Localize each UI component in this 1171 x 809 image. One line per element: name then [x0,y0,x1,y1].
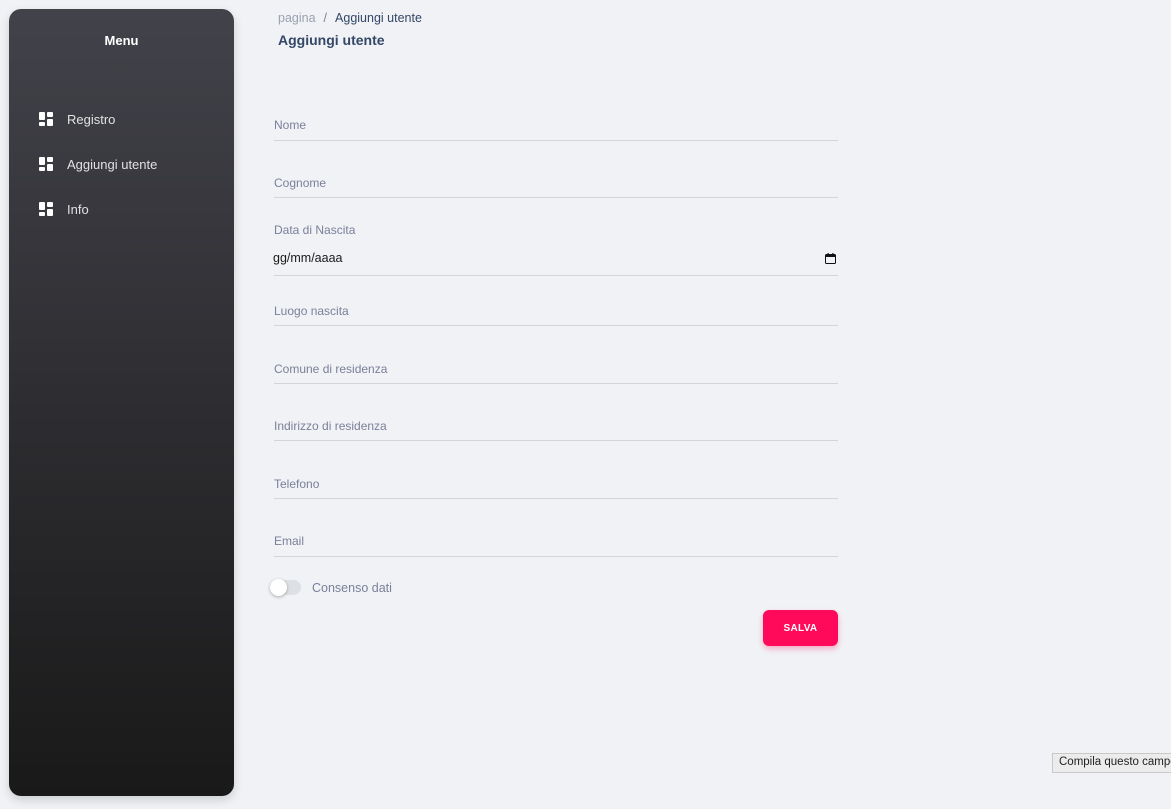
consenso-toggle[interactable] [270,579,301,596]
validation-tooltip: Compila questo campo [1052,753,1171,773]
consenso-row: Consenso dati [270,579,392,596]
luogo-nascita-input[interactable] [274,302,838,318]
telefono-field[interactable] [274,475,838,499]
consenso-label: Consenso dati [312,580,392,595]
breadcrumb-root-link[interactable]: pagina [278,11,316,25]
cognome-input[interactable] [274,174,838,190]
breadcrumb: pagina / Aggiungi utente [278,11,422,25]
page-title: Aggiungi utente [278,32,385,48]
sidebar-item-info[interactable]: Info [39,198,89,220]
dashboard-icon [39,112,53,126]
nome-field[interactable] [274,116,838,141]
sidebar-title: Menu [104,33,139,48]
nome-input[interactable] [274,116,838,132]
data-nascita-field[interactable]: Data di Nascita gg/mm/aaaa [273,223,838,276]
sidebar-item-label: Aggiungi utente [67,156,158,172]
dashboard-icon [39,202,53,216]
sidebar-item-aggiungi-utente[interactable]: Aggiungi utente [39,153,157,175]
comune-residenza-input[interactable] [274,360,838,376]
data-nascita-label: Data di Nascita [274,223,356,237]
sidebar-item-registro[interactable]: Registro [39,108,115,130]
comune-residenza-field[interactable] [274,360,838,384]
toggle-knob [270,579,287,596]
breadcrumb-current: Aggiungi utente [335,11,422,25]
luogo-nascita-field[interactable] [274,302,838,326]
email-field[interactable] [274,532,838,557]
cognome-field[interactable] [274,174,838,198]
sidebar-item-label: Info [67,201,89,217]
telefono-input[interactable] [274,475,838,491]
indirizzo-residenza-input[interactable] [274,417,838,433]
sidebar-item-label: Registro [67,111,116,127]
calendar-icon[interactable] [825,252,836,264]
email-input[interactable] [274,532,838,548]
breadcrumb-separator: / [323,11,328,25]
save-button[interactable]: SALVA [763,610,838,646]
sidebar: Menu Registro Aggiungi utente Info [9,9,234,796]
indirizzo-residenza-field[interactable] [274,417,838,441]
dashboard-icon [39,157,53,171]
data-nascita-input[interactable]: gg/mm/aaaa [273,251,342,265]
